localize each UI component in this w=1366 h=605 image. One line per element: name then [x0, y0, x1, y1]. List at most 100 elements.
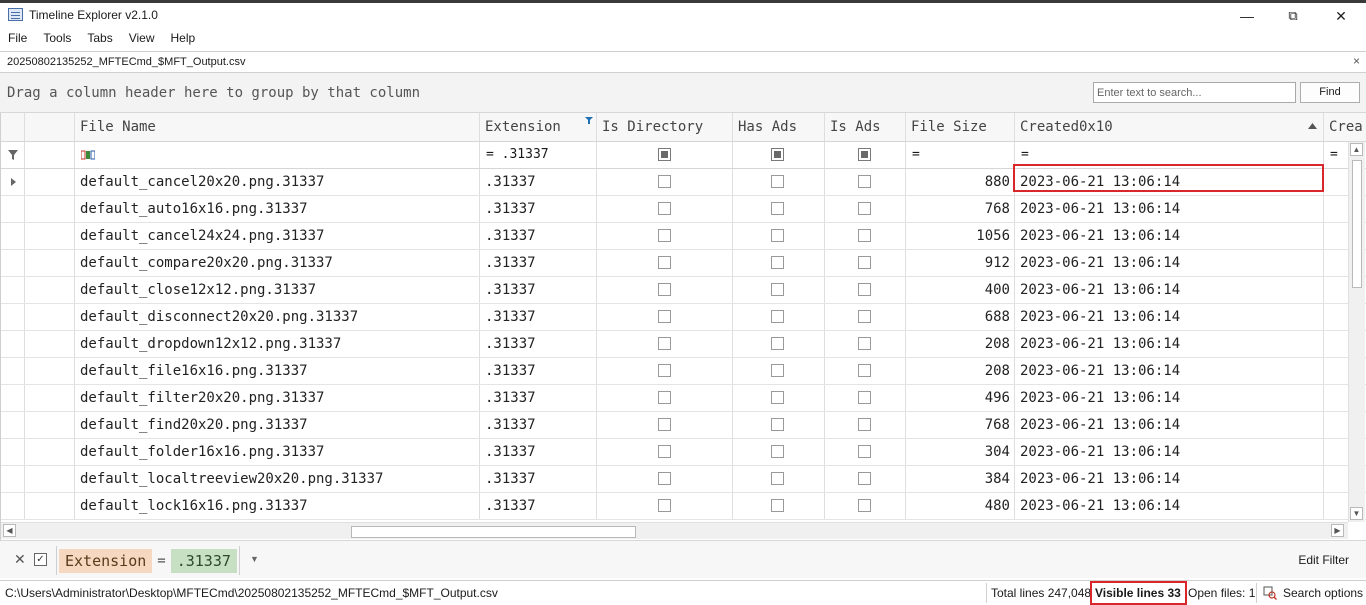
- checkbox[interactable]: [658, 256, 671, 269]
- clear-filter-close-icon[interactable]: ✕: [14, 551, 26, 568]
- menu-tabs[interactable]: Tabs: [79, 29, 120, 50]
- checkbox[interactable]: [771, 391, 784, 404]
- checkbox[interactable]: [658, 418, 671, 431]
- filter-cell-is-ads[interactable]: [825, 142, 906, 168]
- filter-expression[interactable]: Extension = .31337: [56, 546, 240, 575]
- checkbox[interactable]: [771, 418, 784, 431]
- menu-file[interactable]: File: [0, 29, 35, 50]
- table-row[interactable]: default_folder16x16.png.31337 .31337 304…: [1, 439, 1366, 466]
- indeterminate-checkbox[interactable]: [771, 148, 784, 161]
- filter-cell-file-size[interactable]: =: [906, 142, 1015, 168]
- horizontal-scrollbar[interactable]: ◀ ▶: [1, 522, 1348, 539]
- checkbox[interactable]: [658, 283, 671, 296]
- column-header-has-ads[interactable]: Has Ads: [733, 113, 825, 141]
- checkbox[interactable]: [771, 472, 784, 485]
- checkbox[interactable]: [658, 391, 671, 404]
- checkbox[interactable]: [771, 256, 784, 269]
- checkbox[interactable]: [658, 202, 671, 215]
- checkbox[interactable]: [858, 310, 871, 323]
- vertical-scroll-thumb[interactable]: [1352, 160, 1362, 288]
- indeterminate-checkbox[interactable]: [858, 148, 871, 161]
- enable-filter-checkbox[interactable]: ✓: [34, 553, 47, 566]
- checkbox[interactable]: [858, 499, 871, 512]
- checkbox[interactable]: [658, 445, 671, 458]
- filter-cell-file-name[interactable]: [75, 142, 480, 168]
- checkbox[interactable]: [771, 229, 784, 242]
- column-header-next[interactable]: Crea: [1324, 113, 1366, 141]
- filter-cell-extension[interactable]: = .31337: [480, 142, 597, 168]
- filter-cell-created[interactable]: =: [1015, 142, 1324, 168]
- checkbox[interactable]: [858, 256, 871, 269]
- scroll-left-icon[interactable]: ◀: [3, 524, 16, 537]
- table-row[interactable]: default_filter20x20.png.31337 .31337 496…: [1, 385, 1366, 412]
- checkbox[interactable]: [771, 337, 784, 350]
- checkbox[interactable]: [771, 445, 784, 458]
- find-button[interactable]: Find: [1300, 82, 1360, 103]
- checkbox[interactable]: [858, 472, 871, 485]
- checkbox[interactable]: [858, 202, 871, 215]
- table-row[interactable]: default_compare20x20.png.31337 .31337 91…: [1, 250, 1366, 277]
- filter-cell-has-ads[interactable]: [733, 142, 825, 168]
- table-row[interactable]: default_localtreeview20x20.png.31337 .31…: [1, 466, 1366, 493]
- restore-button[interactable]: ⧉: [1270, 3, 1316, 29]
- filter-history-dropdown-icon[interactable]: ▼: [250, 554, 259, 564]
- checkbox[interactable]: [858, 418, 871, 431]
- horizontal-scroll-thumb[interactable]: [351, 526, 636, 538]
- scroll-up-icon[interactable]: ▲: [1350, 143, 1363, 156]
- checkbox[interactable]: [658, 499, 671, 512]
- table-row[interactable]: default_file16x16.png.31337 .31337 208 2…: [1, 358, 1366, 385]
- checkbox[interactable]: [658, 229, 671, 242]
- column-header-blank[interactable]: [25, 113, 75, 141]
- vertical-scrollbar[interactable]: ▲ ▼: [1348, 142, 1365, 522]
- filter-cell-is-directory[interactable]: [597, 142, 733, 168]
- menu-tools[interactable]: Tools: [35, 29, 79, 50]
- checkbox[interactable]: [771, 364, 784, 377]
- column-header-extension[interactable]: Extension: [480, 113, 597, 141]
- menu-view[interactable]: View: [121, 29, 163, 50]
- table-row[interactable]: default_cancel24x24.png.31337 .31337 105…: [1, 223, 1366, 250]
- table-row[interactable]: default_find20x20.png.31337 .31337 768 2…: [1, 412, 1366, 439]
- search-input[interactable]: [1093, 82, 1296, 103]
- checkbox[interactable]: [858, 364, 871, 377]
- filter-cell-blank[interactable]: [25, 142, 75, 168]
- close-button[interactable]: ✕: [1318, 3, 1364, 29]
- checkbox[interactable]: [858, 229, 871, 242]
- checkbox[interactable]: [771, 283, 784, 296]
- document-tab[interactable]: 20250802135252_MFTECmd_$MFT_Output.csv ×: [0, 51, 1366, 73]
- column-header-file-name[interactable]: File Name: [75, 113, 480, 141]
- scroll-right-icon[interactable]: ▶: [1331, 524, 1344, 537]
- scroll-down-icon[interactable]: ▼: [1350, 507, 1363, 520]
- checkbox[interactable]: [658, 472, 671, 485]
- table-row[interactable]: default_auto16x16.png.31337 .31337 768 2…: [1, 196, 1366, 223]
- checkbox[interactable]: [858, 175, 871, 188]
- cell-is-directory: [597, 223, 733, 249]
- column-header-is-ads[interactable]: Is Ads: [825, 113, 906, 141]
- checkbox[interactable]: [858, 337, 871, 350]
- menu-help[interactable]: Help: [163, 29, 204, 50]
- table-row[interactable]: default_close12x12.png.31337 .31337 400 …: [1, 277, 1366, 304]
- search-options-button[interactable]: Search options: [1283, 586, 1363, 600]
- checkbox[interactable]: [771, 175, 784, 188]
- checkbox[interactable]: [771, 499, 784, 512]
- minimize-button[interactable]: —: [1224, 3, 1270, 29]
- column-header-file-size[interactable]: File Size: [906, 113, 1015, 141]
- checkbox[interactable]: [771, 202, 784, 215]
- indeterminate-checkbox[interactable]: [658, 148, 671, 161]
- table-row[interactable]: default_lock16x16.png.31337 .31337 480 2…: [1, 493, 1366, 520]
- table-row[interactable]: default_disconnect20x20.png.31337 .31337…: [1, 304, 1366, 331]
- column-header-is-directory[interactable]: Is Directory: [597, 113, 733, 141]
- column-header-created[interactable]: Created0x10: [1015, 113, 1324, 141]
- row-cell-blank: [25, 493, 75, 519]
- checkbox[interactable]: [658, 310, 671, 323]
- checkbox[interactable]: [658, 337, 671, 350]
- checkbox[interactable]: [858, 445, 871, 458]
- checkbox[interactable]: [858, 391, 871, 404]
- document-tab-close-icon[interactable]: ×: [1353, 54, 1360, 68]
- checkbox[interactable]: [658, 364, 671, 377]
- table-row[interactable]: default_cancel20x20.png.31337 .31337 880…: [1, 169, 1366, 196]
- checkbox[interactable]: [858, 283, 871, 296]
- edit-filter-button[interactable]: Edit Filter: [1298, 553, 1349, 567]
- checkbox[interactable]: [771, 310, 784, 323]
- checkbox[interactable]: [658, 175, 671, 188]
- table-row[interactable]: default_dropdown12x12.png.31337 .31337 2…: [1, 331, 1366, 358]
